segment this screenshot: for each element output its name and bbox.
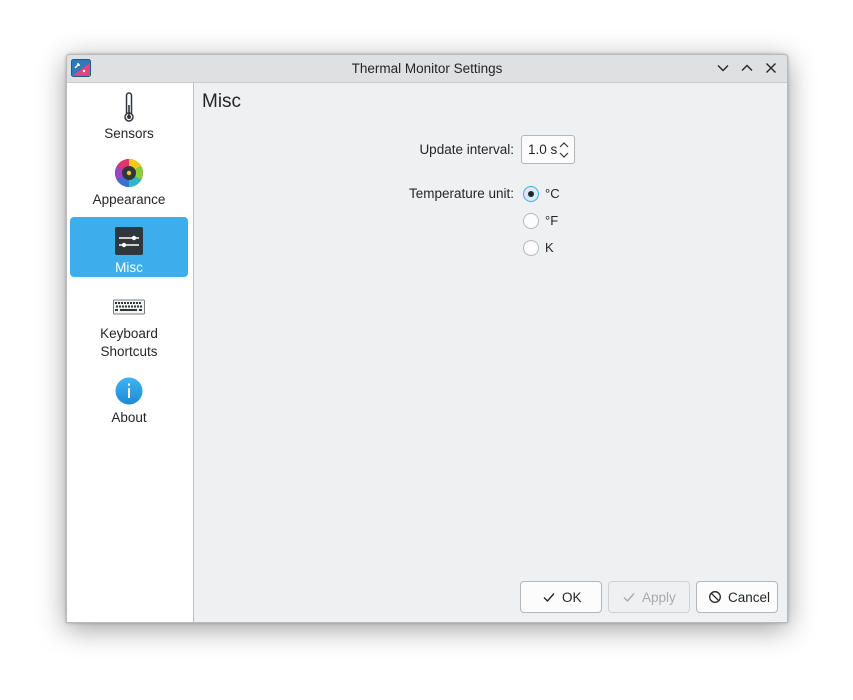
sidebar-item-misc[interactable]: Misc (70, 217, 188, 277)
update-interval-value: 1.0 s (528, 142, 558, 157)
sidebar-item-appearance[interactable]: Appearance (70, 149, 188, 211)
spin-arrows-icon[interactable] (558, 139, 570, 161)
radio-label-celsius: °C (545, 186, 560, 201)
radio-label-fahrenheit: °F (545, 213, 559, 228)
window-title: Thermal Monitor Settings (351, 61, 503, 76)
thermometer-icon (124, 92, 134, 122)
sidebar-item-sensors[interactable]: Sensors (70, 83, 188, 145)
maximize-button[interactable] (739, 60, 755, 76)
sidebar-item-label: Misc (115, 260, 143, 275)
ok-button[interactable]: OK (520, 581, 602, 613)
cancel-icon (709, 591, 721, 603)
keyboard-icon (113, 299, 145, 315)
chevron-down-icon (717, 65, 729, 72)
sidebar-item-label: About (111, 410, 147, 425)
cancel-button-label: Cancel (728, 590, 771, 605)
radio-button-kelvin[interactable] (523, 240, 539, 256)
checkmark-icon (543, 593, 555, 603)
color-wheel-icon (115, 159, 143, 187)
minimize-button[interactable] (715, 60, 731, 76)
close-button[interactable] (763, 60, 779, 76)
cancel-button[interactable]: Cancel (696, 581, 778, 613)
title-bar[interactable]: Thermal Monitor Settings (67, 55, 787, 83)
info-icon (115, 377, 143, 405)
radio-button-fahrenheit[interactable] (523, 213, 539, 229)
sidebar: Sensors Appearance Misc Keyboard Shortcu… (67, 83, 194, 622)
settings-window: Thermal Monitor Settings Sensors Appeara… (66, 54, 788, 623)
sidebar-item-label: Keyboard Shortcuts (100, 326, 158, 359)
radio-button-celsius[interactable] (523, 186, 539, 202)
update-interval-spinbox[interactable]: 1.0 s (521, 135, 575, 164)
apply-button[interactable]: Apply (608, 581, 690, 613)
radio-label-kelvin: K (545, 240, 554, 255)
sidebar-item-about[interactable]: About (70, 367, 188, 429)
sidebar-item-label: Appearance (92, 192, 166, 207)
checkmark-icon (623, 593, 635, 603)
close-icon (766, 63, 776, 73)
sidebar-item-label: Sensors (104, 126, 154, 141)
temperature-unit-label: Temperature unit: (408, 186, 514, 201)
update-interval-label: Update interval: (419, 142, 514, 157)
sliders-icon (115, 227, 143, 255)
page-title: Misc (202, 91, 242, 112)
ok-button-label: OK (562, 590, 582, 605)
chevron-up-icon (741, 64, 753, 71)
apply-button-label: Apply (642, 590, 676, 605)
sidebar-item-keyboard-shortcuts[interactable]: Keyboard Shortcuts (70, 283, 188, 363)
